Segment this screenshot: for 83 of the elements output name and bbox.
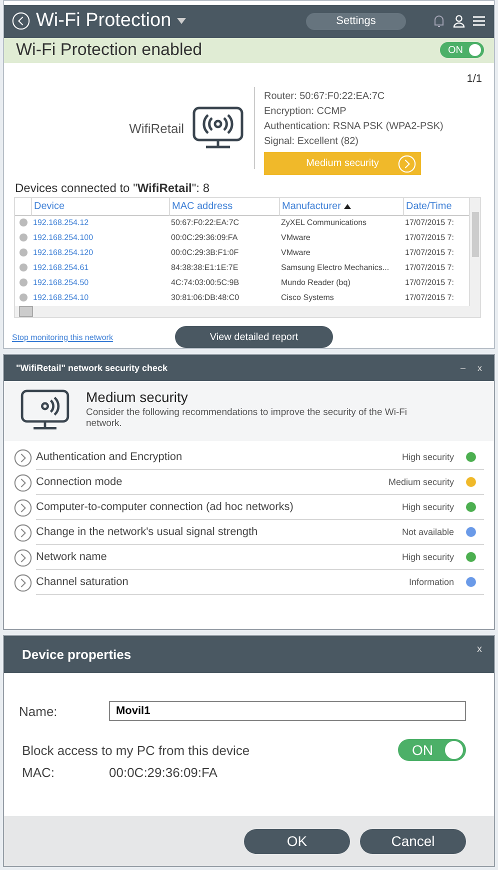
device-link[interactable]: 192.168.254.10 [31,291,169,306]
check-item[interactable]: Computer-to-computer connection (ad hoc networks) [36,501,402,513]
column-header[interactable]: Manufacturer [279,198,403,216]
check-status: High security [402,552,454,562]
check-status: Not available [402,527,454,537]
vertical-scrollbar[interactable] [469,198,480,306]
table-cell-text: 00:0C:29:36:09:FA [170,232,239,244]
table-cell-text: 17/07/2015 7: [404,277,455,289]
mac-value: 00:0C:29:36:09:FA [109,765,218,780]
check-status: Information [408,577,454,587]
chevron-right-icon [14,474,32,492]
table-cell-text: Samsung Electro Mechanics... [280,262,390,274]
close-button[interactable]: x [477,644,482,655]
table-cell-text: Mundo Reader (bq) [280,277,352,289]
monitor-wifi-icon [192,106,244,150]
chevron-right-icon [14,548,32,566]
table-cell-text: 17/07/2015 7: [404,247,455,259]
security-description: Consider the following recommendations to improve the security of the Wi-Fi network. [86,407,408,429]
check-item[interactable]: Channel saturation [36,576,409,588]
dialog-title: "WifiRetail" network security check [16,363,168,373]
table-cell-text: Cisco Systems [280,292,335,304]
table-cell-text: 4C:74:03:00:5C:9B [170,277,240,289]
network-detail: Signal: Excellent (82) [264,136,360,147]
dialog-button[interactable]: OK [244,828,350,854]
app-title: Wi-Fi Protection [36,10,172,32]
network-detail: Encryption: CCMP [264,106,348,117]
check-item[interactable]: Connection mode [36,476,388,488]
table-cell-text: 17/07/2015 7: [404,217,455,229]
chevron-right-icon [14,448,32,466]
check-item[interactable]: Network name [36,551,402,563]
check-item[interactable]: Change in the network's usual signal strength [36,526,402,538]
column-header[interactable]: Device [31,198,169,216]
menu-icon[interactable] [472,14,486,28]
protection-status: Wi-Fi Protection enabled [16,40,202,60]
table-cell-text: 30:81:06:DB:48:C0 [170,292,240,304]
settings-button[interactable]: Settings [306,12,406,30]
table-cell-text: 17/07/2015 7: [404,292,455,304]
chevron-right-icon [14,574,32,592]
view-report-button[interactable]: View detailed report [175,326,333,348]
back-icon[interactable] [12,12,30,30]
chevron-right-icon [398,154,416,172]
device-link[interactable]: 192.168.254.50 [31,276,169,291]
block-access-label: Block access to my PC from this device [22,742,251,758]
bell-icon[interactable] [432,14,446,28]
device-link[interactable]: 192.168.254.12 [31,216,169,231]
chevron-right-icon [14,524,32,542]
device-link[interactable]: 192.168.254.120 [31,246,169,261]
check-status: High security [402,452,454,462]
dialog-title: Device properties [22,647,132,662]
security-heading: Medium security [86,389,189,405]
dialog-button[interactable]: Cancel [360,828,466,854]
close-button[interactable]: x [478,363,482,373]
column-header[interactable]: MAC address [169,198,279,216]
toggle-switch[interactable]: ON [440,42,484,58]
check-item[interactable]: Authentication and Encryption [36,451,402,463]
table-cell-text: 50:67:F0:22:EA:7C [170,217,240,229]
table-cell-text: ZyXEL Communications [280,217,368,229]
table-cell-text: 00:0C:29:3B:F1:0F [170,247,240,259]
horizontal-scrollbar[interactable] [15,306,480,317]
minimize-button[interactable]: – [460,363,466,373]
toggle-switch[interactable]: ON [398,739,466,761]
check-status: High security [402,502,454,512]
dropdown-caret-icon[interactable] [177,18,186,24]
table-cell-text: VMware [280,247,312,259]
mac-label: MAC: [22,765,56,780]
device-link[interactable]: 192.168.254.61 [31,261,169,276]
table-cell-text: 17/07/2015 7: [404,232,455,244]
name-field[interactable]: Movil1 [109,701,466,721]
page-counter: 1/1 [466,73,482,85]
devices-caption: Devices connected to "WifiRetail": 8 [14,180,210,197]
monitor-wifi-icon [20,389,70,431]
stop-monitoring-link[interactable]: Stop monitoring this network [12,332,175,342]
network-name: WifiRetail [129,120,184,136]
table-cell-text: VMware [280,232,312,244]
check-status: Medium security [388,477,454,487]
table-cell-text: 17/07/2015 7: [404,262,455,274]
network-detail: Router: 50:67:F0:22:EA:7C [264,91,386,102]
network-detail: Authentication: RSNA PSK (WPA2-PSK) [264,121,444,132]
device-link[interactable]: 192.168.254.100 [31,231,169,246]
user-icon[interactable] [452,14,466,28]
chevron-right-icon [14,498,32,516]
table-cell-text: 84:38:38:E1:1E:7E [170,262,240,274]
name-label: Name: [19,704,58,718]
